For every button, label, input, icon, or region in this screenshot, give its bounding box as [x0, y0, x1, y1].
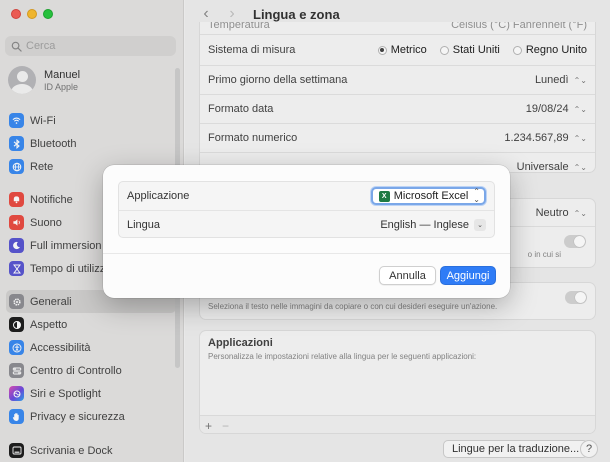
dialog-form: Applicazione X Microsoft Excel ⌃ ⌄ Lingua…: [118, 181, 495, 238]
application-select[interactable]: X Microsoft Excel ⌃ ⌄: [370, 187, 486, 205]
language-label: Lingua: [127, 218, 161, 231]
up-down-chevron-icon: ⌃⌄: [473, 187, 480, 204]
application-row: Applicazione X Microsoft Excel ⌃ ⌄: [119, 182, 494, 210]
application-label: Applicazione: [127, 190, 190, 202]
chevron-down-icon[interactable]: ⌄: [474, 218, 486, 231]
add-app-dialog: Applicazione X Microsoft Excel ⌃ ⌄ Lingua…: [103, 165, 510, 298]
language-value[interactable]: English — Inglese: [380, 219, 469, 231]
settings-window: Manuel ID Apple Wi-Fi Bluetooth: [0, 0, 610, 462]
application-value: Microsoft Excel: [393, 190, 469, 202]
dialog-divider: [103, 253, 510, 254]
cancel-button[interactable]: Annulla: [379, 266, 436, 285]
language-row: Lingua English — Inglese ⌄: [119, 210, 494, 238]
excel-icon: X: [378, 190, 390, 202]
add-button[interactable]: Aggiungi: [440, 266, 496, 285]
